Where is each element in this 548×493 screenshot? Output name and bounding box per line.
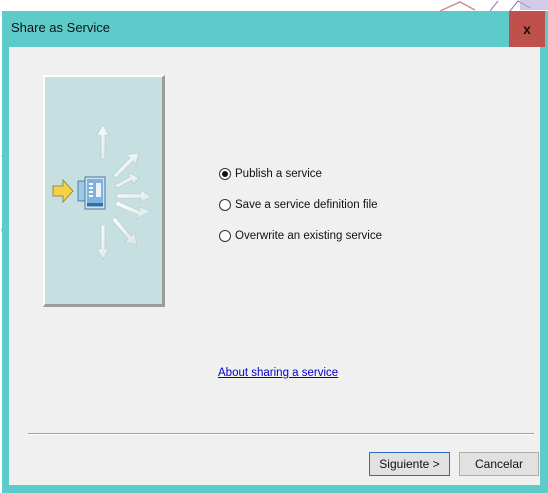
close-button[interactable]: x xyxy=(509,11,545,47)
cancel-button[interactable]: Cancelar xyxy=(459,452,539,476)
dialog-content: Publish a service Save a service definit… xyxy=(9,47,540,485)
option-save-definition-file[interactable]: Save a service definition file xyxy=(219,195,382,215)
save-definition-label[interactable]: Save a service definition file xyxy=(235,199,378,211)
save-definition-radio[interactable] xyxy=(219,199,231,211)
option-overwrite-service[interactable]: Overwrite an existing service xyxy=(219,226,382,246)
close-icon: x xyxy=(523,21,531,37)
share-options-group: Publish a service Save a service definit… xyxy=(219,164,382,257)
share-illustration-panel xyxy=(43,75,165,307)
title-bar[interactable]: Share as Service x xyxy=(2,11,548,47)
overwrite-service-radio[interactable] xyxy=(219,230,231,242)
dialog-title: Share as Service xyxy=(11,20,110,35)
yellow-arrow-icon xyxy=(52,178,74,204)
option-publish-service[interactable]: Publish a service xyxy=(219,164,382,184)
publish-service-radio[interactable] xyxy=(219,168,231,180)
footer-separator xyxy=(28,433,534,435)
share-as-service-dialog: Share as Service x Publish a service Sav… xyxy=(2,11,548,493)
about-sharing-link[interactable]: About sharing a service xyxy=(218,367,338,379)
next-button[interactable]: Siguiente > xyxy=(369,452,450,476)
publish-service-label[interactable]: Publish a service xyxy=(235,168,322,180)
server-broadcast-icon xyxy=(52,124,152,260)
overwrite-service-label[interactable]: Overwrite an existing service xyxy=(235,230,382,242)
